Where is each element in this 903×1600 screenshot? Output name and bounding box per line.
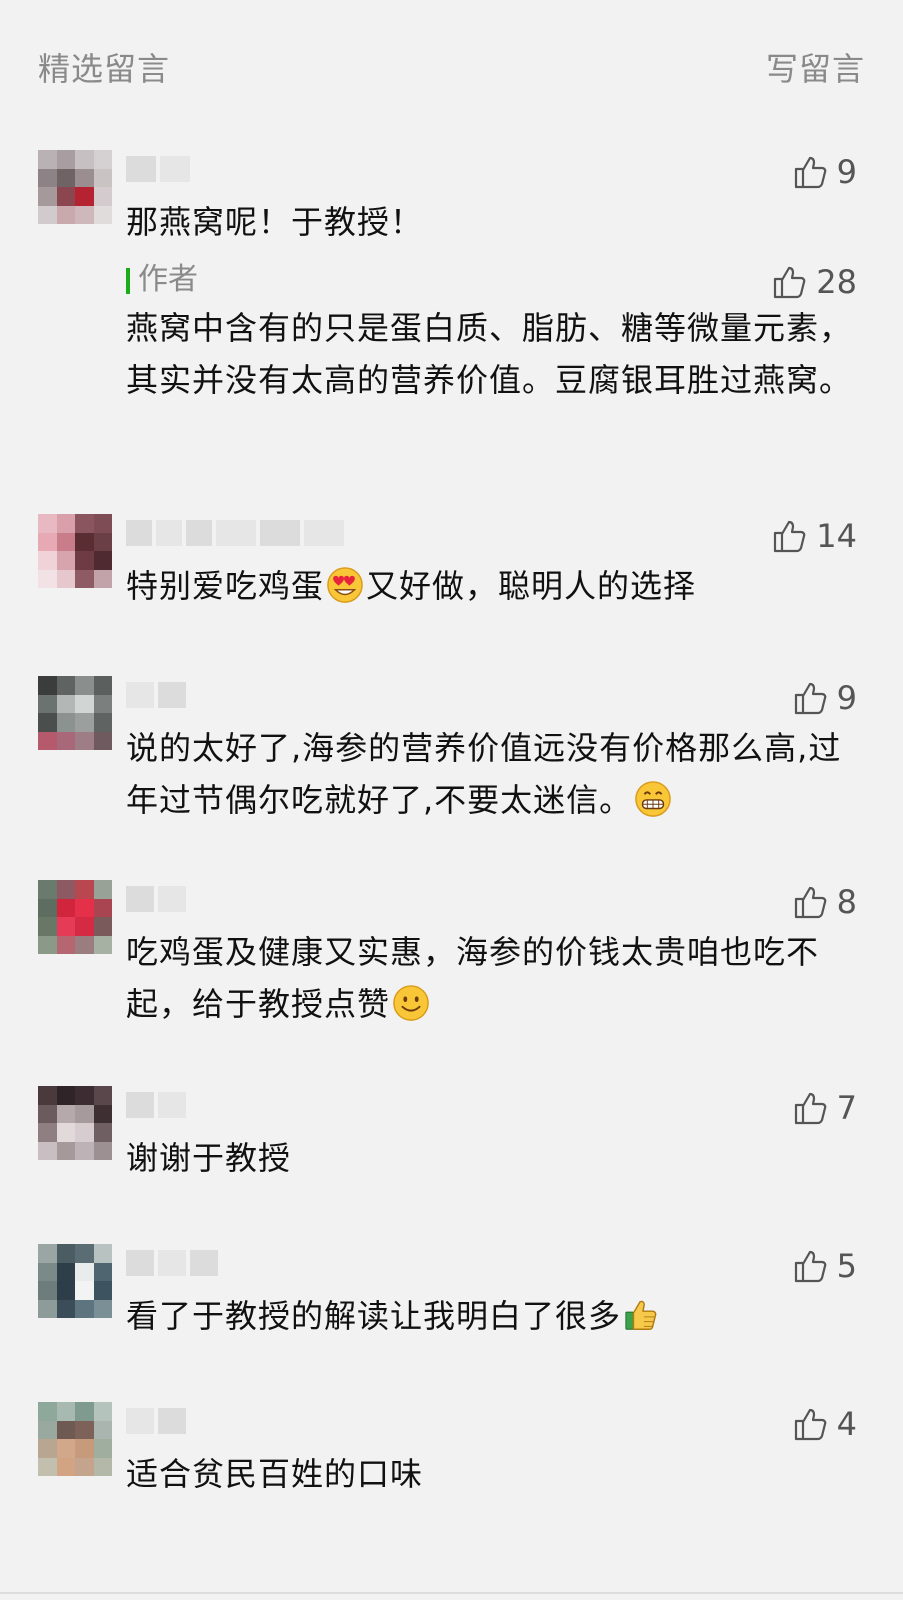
like-button[interactable]: 5 (793, 1246, 857, 1286)
avatar[interactable] (38, 514, 112, 588)
comment-item: 14 特别爱吃鸡蛋 又好做，聪明人的选择 (0, 514, 903, 614)
comment-text-part: 看了于教授的解读让我明白了很多 (126, 1297, 622, 1335)
grin-emoji (635, 781, 671, 817)
thumbs-up-icon (794, 156, 826, 189)
like-count: 28 (816, 263, 857, 301)
like-button[interactable]: 9 (793, 152, 857, 192)
comment-text: 适合贫民百姓的口味 (126, 1455, 424, 1493)
nickname-blurred[interactable] (126, 1250, 218, 1278)
comment-item: 8 吃鸡蛋及健康又实惠，海参的价钱太贵咱也吃不起，给于教授点赞 (0, 880, 903, 1030)
thumbs-up-icon (794, 886, 826, 919)
thumbs-up-icon (794, 1092, 826, 1125)
avatar[interactable] (38, 676, 112, 750)
like-button[interactable]: 8 (793, 882, 857, 922)
like-count: 4 (836, 1405, 857, 1443)
nickname-blurred[interactable] (126, 520, 344, 548)
divider (0, 1592, 903, 1594)
thumbs-up-icon (794, 682, 826, 715)
author-reply-text: 燕窝中含有的只是蛋白质、脂肪、糖等微量元素，其实并没有太高的营养价值。豆腐银耳胜… (126, 309, 853, 399)
like-count: 9 (836, 153, 857, 191)
avatar[interactable] (38, 1244, 112, 1318)
avatar[interactable] (38, 150, 112, 224)
heart-eyes-emoji (327, 567, 363, 603)
avatar[interactable] (38, 880, 112, 954)
comment-text-part: 又好做，聪明人的选择 (366, 567, 697, 605)
like-button[interactable]: 7 (793, 1088, 857, 1128)
author-reply-label: 作者 (126, 260, 198, 300)
like-count: 5 (836, 1247, 857, 1285)
comment-item: 9 说的太好了,海参的营养价值远没有价格那么高,过年过节偶尔吃就好了,不要太迷信… (0, 676, 903, 836)
comment-item: 9 那燕窝呢！于教授！ 作者 28 燕窝中含有的只是蛋白质、脂肪、糖等微量元素，… (0, 150, 903, 450)
comment-text: 看了于教授的解读让我明白了很多 (126, 1290, 853, 1342)
thumbs-up-icon (794, 1408, 826, 1441)
thumbs-up-icon (774, 266, 806, 299)
thumbs-up-icon (774, 520, 806, 553)
like-count: 9 (836, 679, 857, 717)
featured-comments-title: 精选留言 (38, 50, 171, 88)
like-count: 8 (836, 883, 857, 921)
like-count: 7 (836, 1089, 857, 1127)
comment-text-part: 说的太好了,海参的营养价值远没有价格那么高,过年过节偶尔吃就好了,不要太迷信。 (126, 729, 842, 819)
like-button[interactable]: 9 (793, 678, 857, 718)
comment-text-part: 吃鸡蛋及健康又实惠，海参的价钱太贵咱也吃不起，给于教授点赞 (126, 933, 820, 1023)
like-button[interactable]: 14 (772, 516, 857, 556)
comment-text: 那燕窝呢！于教授！ (126, 203, 424, 241)
nickname-blurred[interactable] (126, 1408, 186, 1436)
avatar[interactable] (38, 1402, 112, 1476)
like-button[interactable]: 4 (793, 1404, 857, 1444)
comment-text: 吃鸡蛋及健康又实惠，海参的价钱太贵咱也吃不起，给于教授点赞 (126, 926, 853, 1030)
comments-page: 精选留言 写留言 9 那燕窝呢！于教授！ 作者 28 燕窝中含有的只是蛋白质、脂… (0, 0, 903, 1600)
nickname-blurred[interactable] (126, 1092, 186, 1120)
comment-item: 4 适合贫民百姓的口味 (0, 1402, 903, 1502)
avatar[interactable] (38, 1086, 112, 1160)
write-comment-button[interactable]: 写留言 (766, 44, 865, 90)
comment-text-part: 特别爱吃鸡蛋 (126, 567, 325, 605)
comment-text: 特别爱吃鸡蛋 又好做，聪明人的选择 (126, 560, 853, 612)
nickname-blurred[interactable] (126, 682, 186, 710)
comment-item: 7 谢谢于教授 (0, 1086, 903, 1186)
nickname-blurred[interactable] (126, 886, 186, 914)
thumbs-up-icon (794, 1250, 826, 1283)
like-count: 14 (816, 517, 857, 555)
comment-text: 说的太好了,海参的营养价值远没有价格那么高,过年过节偶尔吃就好了,不要太迷信。 (126, 722, 853, 826)
nickname-blurred[interactable] (126, 156, 190, 184)
reply-like-button[interactable]: 28 (772, 262, 857, 302)
smile-emoji (393, 985, 429, 1021)
comments-header: 精选留言 写留言 (38, 44, 865, 88)
comment-item: 5 看了于教授的解读让我明白了很多 (0, 1244, 903, 1344)
comment-text: 谢谢于教授 (126, 1139, 292, 1177)
thumbs-up-emoji (625, 1300, 657, 1330)
